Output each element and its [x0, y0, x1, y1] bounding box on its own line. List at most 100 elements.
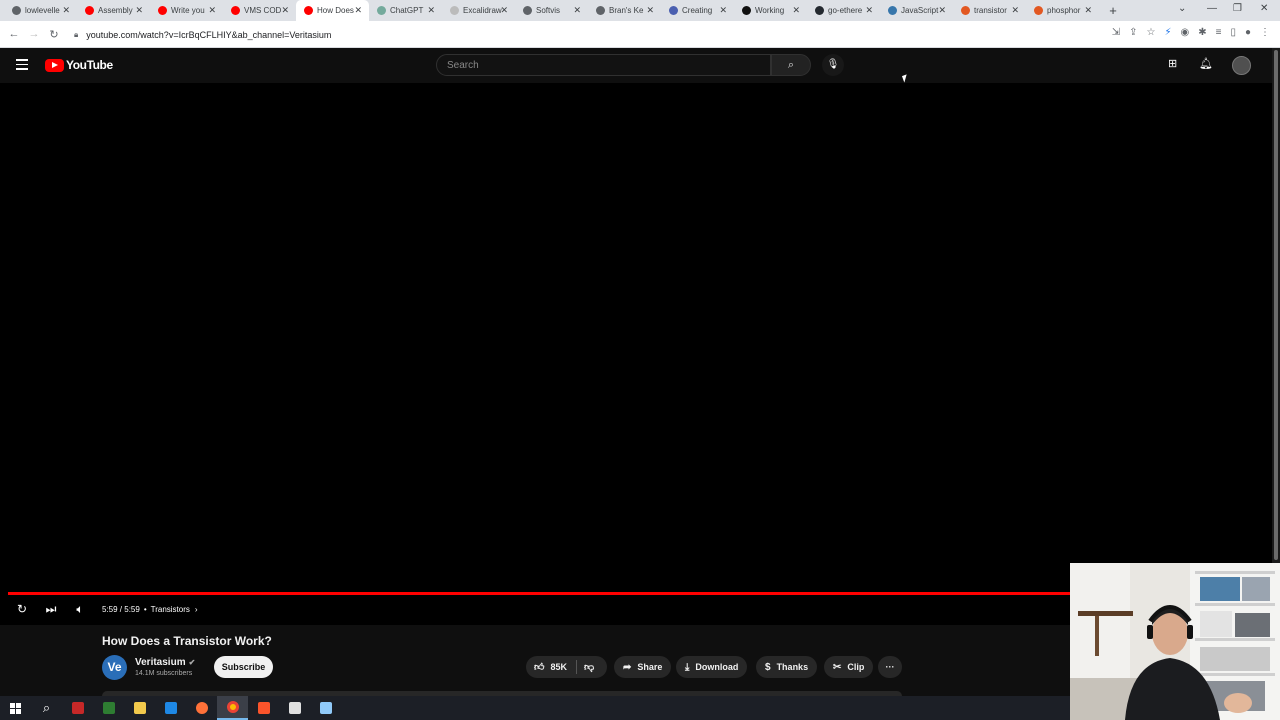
search-button[interactable]: ⌕ — [771, 54, 811, 76]
tab-close-icon[interactable]: ✕ — [208, 5, 216, 15]
lock-icon[interactable]: 🔒︎ — [74, 30, 78, 40]
subscribe-button[interactable]: Subscribe — [214, 656, 273, 678]
subscriber-count: 14.1M subscribers — [135, 670, 193, 677]
browser-tab[interactable]: Creating ✕ — [661, 0, 734, 21]
search-taskbar-icon[interactable]: ⌕ — [31, 696, 62, 720]
dislike-button[interactable]: 👎︎ — [577, 661, 594, 673]
browser-tab[interactable]: VMS COD ✕ — [223, 0, 296, 21]
browser-tab[interactable]: How Does ✕ — [296, 0, 369, 21]
side-panel-icon[interactable]: ▯ — [1230, 27, 1236, 38]
tab-close-icon[interactable]: ✕ — [427, 5, 435, 15]
tab-close-icon[interactable]: ✕ — [354, 5, 362, 15]
share-page-icon[interactable]: ⇪ — [1129, 27, 1137, 38]
clip-button[interactable]: ✂︎ Clip — [824, 656, 874, 678]
close-window-icon[interactable]: ✕ — [1260, 3, 1268, 14]
tab-favicon-icon — [596, 6, 605, 15]
volume-icon[interactable]: 🔈︎ — [73, 602, 87, 617]
tab-close-icon[interactable]: ✕ — [62, 5, 70, 15]
omnibox[interactable]: 🔒︎ youtube.com/watch?v=IcrBqCFLHIY&ab_ch… — [68, 25, 1068, 44]
vscode-icon[interactable] — [155, 696, 186, 720]
terminal-app-icon[interactable] — [93, 696, 124, 720]
tab-search-icon[interactable]: ⌄ — [1178, 3, 1186, 14]
browser-tab[interactable]: Softvis ✕ — [515, 0, 588, 21]
channel-name[interactable]: Veritasium — [135, 657, 186, 668]
voice-search-button[interactable]: 🎙︎ — [822, 54, 844, 76]
tab-close-icon[interactable]: ✕ — [1011, 5, 1019, 15]
tab-close-icon[interactable]: ✕ — [719, 5, 727, 15]
chrome-icon[interactable] — [217, 696, 248, 720]
share-button[interactable]: ➦ Share — [614, 656, 672, 678]
firefox-icon[interactable] — [186, 696, 217, 720]
restore-icon[interactable]: ❐ — [1233, 3, 1242, 14]
channel-avatar[interactable]: Ve — [102, 655, 127, 680]
tab-close-icon[interactable]: ✕ — [646, 5, 654, 15]
browser-tab[interactable]: ChatGPT ✕ — [369, 0, 442, 21]
minimize-icon[interactable]: — — [1207, 3, 1217, 14]
account-avatar[interactable] — [1232, 56, 1251, 75]
tab-favicon-icon — [523, 6, 532, 15]
tab-close-icon[interactable]: ✕ — [938, 5, 946, 15]
share-label: Share — [637, 662, 663, 672]
reload-icon[interactable]: ↻ — [44, 28, 64, 41]
like-button[interactable]: 👍︎ 85K — [526, 656, 567, 678]
app-icon[interactable] — [62, 696, 93, 720]
next-video-icon[interactable]: ⏭︎ — [44, 602, 58, 617]
tab-close-icon[interactable]: ✕ — [135, 5, 143, 15]
browser-tab[interactable]: Bran's Ke ✕ — [588, 0, 661, 21]
scrollbar-thumb[interactable] — [1274, 50, 1278, 560]
tab-close-icon[interactable]: ✕ — [865, 5, 873, 15]
url-text[interactable]: youtube.com/watch?v=IcrBqCFLHIY&ab_chann… — [86, 30, 331, 40]
tab-close-icon[interactable]: ✕ — [792, 5, 800, 15]
back-icon[interactable]: ← — [4, 28, 24, 40]
file-explorer-icon[interactable] — [124, 696, 155, 720]
replay-icon[interactable]: ↻ — [15, 602, 29, 616]
more-horizontal-icon: ··· — [885, 662, 895, 672]
hamburger-menu-icon[interactable] — [16, 59, 28, 70]
notifications-bell-icon[interactable]: 🔔︎ — [1199, 57, 1213, 70]
tab-close-icon[interactable]: ✕ — [1084, 5, 1092, 15]
browser-tab[interactable]: lowlevelle ✕ — [4, 0, 77, 21]
menu-kebab-icon[interactable]: ⋮ — [1260, 27, 1270, 38]
tab-favicon-icon — [961, 6, 970, 15]
youtube-play-icon — [45, 58, 64, 72]
download-button[interactable]: ⤓ Download — [676, 656, 748, 678]
chapter-title[interactable]: Transistors — [151, 605, 190, 614]
progress-bar[interactable] — [8, 592, 1070, 595]
extension-icon[interactable]: ◉ — [1180, 27, 1189, 38]
forward-icon[interactable]: → — [24, 28, 44, 40]
puzzle-icon[interactable]: ✱ — [1198, 27, 1206, 38]
tab-close-icon[interactable]: ✕ — [281, 5, 289, 15]
browser-tab[interactable]: transistor ✕ — [953, 0, 1026, 21]
bookmark-star-icon[interactable]: ☆ — [1146, 27, 1155, 38]
more-actions-button[interactable]: ··· — [878, 656, 902, 678]
new-tab-button[interactable]: + — [1103, 3, 1123, 18]
brave-icon[interactable] — [248, 696, 279, 720]
video-player[interactable] — [0, 83, 1272, 625]
youtube-wordmark: YouTube — [66, 58, 113, 72]
browser-tab[interactable]: Assembly ✕ — [77, 0, 150, 21]
browser-tab[interactable]: Write you ✕ — [150, 0, 223, 21]
browser-tab[interactable]: Working ✕ — [734, 0, 807, 21]
create-video-icon[interactable]: ⊞ — [1168, 57, 1177, 70]
tab-close-icon[interactable]: ✕ — [573, 5, 581, 15]
browser-tab[interactable]: go-ethere ✕ — [807, 0, 880, 21]
channel-name-row[interactable]: Veritasium ✔︎ — [135, 657, 195, 668]
thanks-button[interactable]: $ Thanks — [756, 656, 818, 678]
app-icon[interactable] — [310, 696, 341, 720]
tab-favicon-icon — [304, 6, 313, 15]
tab-close-icon[interactable]: ✕ — [500, 5, 508, 15]
browser-tab[interactable]: JavaScript ✕ — [880, 0, 953, 21]
reading-list-icon[interactable]: ≡ — [1216, 27, 1222, 38]
tab-favicon-icon — [669, 6, 678, 15]
search-input[interactable] — [437, 55, 770, 76]
profile-icon[interactable]: ● — [1245, 27, 1251, 38]
tab-favicon-icon — [815, 6, 824, 15]
chevron-right-icon[interactable]: › — [195, 605, 198, 614]
windows-start-icon[interactable] — [0, 696, 31, 720]
browser-tab[interactable]: Excalidraw ✕ — [442, 0, 515, 21]
youtube-logo[interactable]: YouTube — [45, 58, 113, 72]
browser-tab[interactable]: phosphor ✕ — [1026, 0, 1099, 21]
extension-icon[interactable]: ⚡︎ — [1164, 27, 1171, 38]
install-icon[interactable]: ⇲ — [1112, 27, 1120, 38]
notepad-icon[interactable] — [279, 696, 310, 720]
